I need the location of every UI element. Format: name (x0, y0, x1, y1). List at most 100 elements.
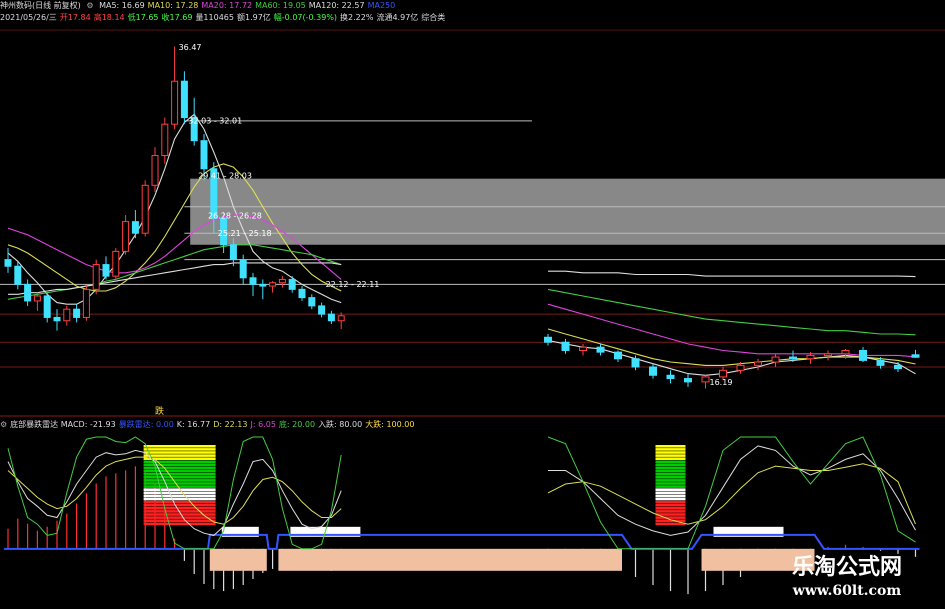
fall-tag: 跌 (155, 406, 164, 417)
candle-body (92, 264, 100, 290)
candle-body (719, 369, 727, 378)
signal-tower-segment (655, 516, 686, 519)
candle-body (131, 221, 139, 234)
candle-body (239, 259, 247, 279)
signal-tower-segment (655, 500, 686, 504)
candle-body (200, 140, 208, 170)
signal-tower-segment (143, 466, 216, 470)
candle-body (14, 265, 22, 285)
signal-tower-segment (143, 472, 216, 476)
candle-body (24, 283, 32, 302)
candle-body (73, 308, 81, 318)
candle-body (161, 123, 169, 157)
candle-body (298, 288, 306, 299)
ma-line-ma60 (547, 288, 916, 336)
candle-body (841, 349, 850, 355)
signal-tower-segment (655, 479, 686, 482)
kline-chart[interactable]: 36.47 32.03 - 32.01 29.41 - 28.03 26.28 - 2… (0, 0, 945, 609)
candle-body (229, 244, 237, 261)
candle-body (327, 313, 335, 322)
candle-body (771, 356, 780, 363)
radar-base-block (209, 548, 267, 571)
signal-tower-segment (143, 519, 216, 522)
signal-tower-segment (655, 494, 686, 498)
candle-body (859, 349, 867, 361)
signal-tower-segment (655, 448, 686, 451)
candle-body (318, 305, 326, 315)
signal-tower-segment (655, 466, 686, 470)
signal-tower-segment (143, 482, 216, 485)
candle-body (894, 364, 902, 370)
signal-tower-segment (655, 463, 686, 467)
signal-tower-segment (655, 488, 686, 491)
candle-body (649, 366, 657, 376)
candle-body (122, 221, 130, 252)
candle-body (614, 351, 622, 360)
signal-tower-segment (143, 454, 216, 457)
candle-body (824, 353, 832, 356)
signal-tower-segment (143, 469, 216, 473)
candle-body (63, 308, 71, 322)
candle-body (33, 295, 41, 302)
price-annotation: 22.12 - 22.11 (326, 280, 380, 289)
signal-tower-segment (655, 482, 686, 485)
candle-body (701, 376, 710, 383)
candle-body (754, 361, 762, 366)
signal-tower-segment (143, 500, 216, 504)
candle-body (151, 155, 159, 186)
ma-line-ma60 (7, 244, 342, 300)
kdj-line-k (548, 445, 916, 536)
price-annotation: 25.21 - 25.18 (218, 229, 272, 238)
radar-base-block (278, 548, 622, 571)
signal-tower-segment (143, 503, 216, 507)
candle-body (82, 288, 90, 318)
signal-tower-segment (143, 491, 216, 495)
candle-body (112, 250, 120, 277)
candle-body (911, 354, 920, 358)
candle-body (806, 354, 815, 360)
signal-tower-segment (655, 507, 686, 510)
candle-body (288, 278, 296, 290)
candle-body (4, 259, 12, 267)
signal-tower-segment (655, 445, 686, 448)
candle-body (53, 316, 61, 322)
signal-tower-segment (655, 497, 686, 501)
price-annotation: 36.47 (179, 43, 202, 52)
signal-tower-segment (655, 485, 686, 488)
signal-tower-segment (143, 448, 216, 451)
candle-body (876, 359, 885, 366)
watermark-title: 乐淘公式网 (791, 554, 902, 580)
signal-tower-segment (655, 510, 686, 513)
candle-body (596, 346, 605, 353)
watermark-url: www.60lt.com (792, 583, 902, 599)
candle-body (337, 315, 345, 322)
candle-body (544, 336, 552, 343)
candle-body (561, 341, 570, 351)
signal-tower-segment (143, 476, 216, 479)
candle-body (736, 364, 745, 371)
signal-tower-segment (143, 445, 216, 448)
signal-tower-segment (655, 491, 686, 495)
signal-tower-segment (143, 522, 216, 526)
resistance-zone (190, 178, 945, 245)
candle-body (249, 277, 257, 285)
signal-tower-segment (655, 454, 686, 457)
signal-tower-segment (655, 476, 686, 479)
watermark: 乐淘公式网 www.60lt.com (752, 553, 942, 605)
price-annotation: 16.19 (710, 378, 733, 387)
signal-tower-segment (143, 507, 216, 510)
radar-line (4, 533, 920, 550)
signal-tower-segment (143, 497, 216, 501)
candle-body (171, 80, 179, 125)
signal-tower-segment (143, 451, 216, 454)
candle-body (43, 295, 51, 318)
signal-tower-segment (655, 460, 686, 464)
ma-line-ma120 (548, 270, 916, 278)
candle-body (308, 297, 316, 307)
candle-body (631, 358, 640, 368)
signal-tower-segment (655, 472, 686, 476)
candle-body (269, 282, 277, 287)
signal-tower-segment (655, 457, 686, 460)
signal-tower-segment (143, 494, 216, 498)
signal-tower-segment (655, 451, 686, 454)
